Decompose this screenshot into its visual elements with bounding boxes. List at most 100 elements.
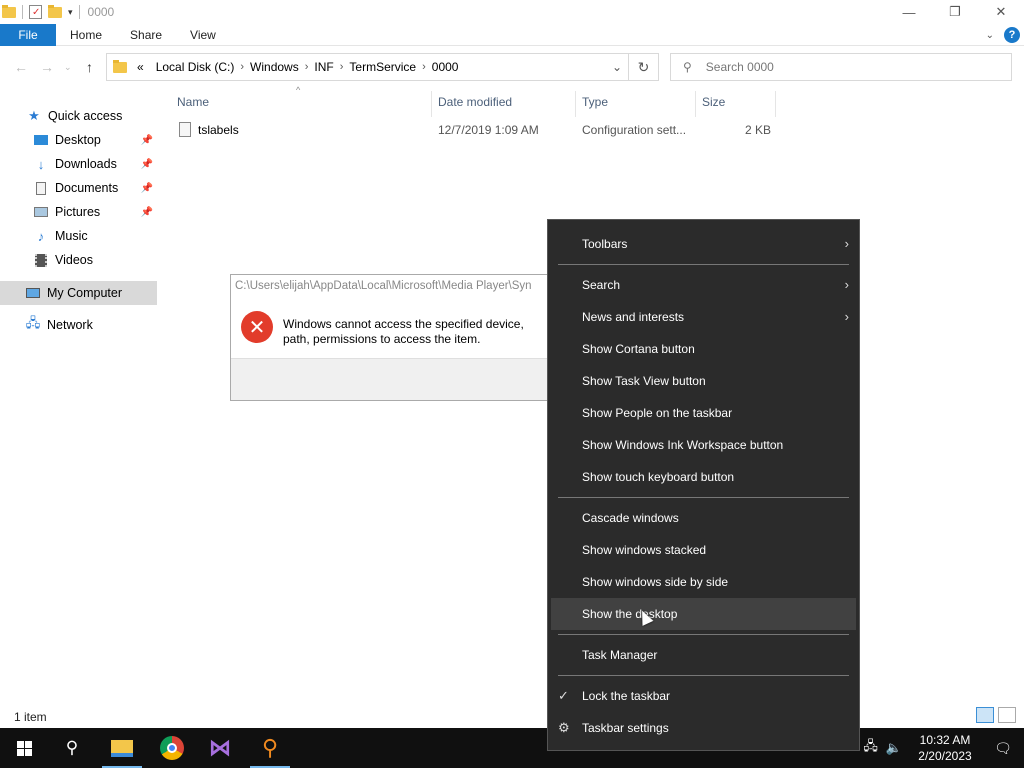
tab-share[interactable]: Share bbox=[116, 24, 176, 46]
sidebar-item-documents[interactable]: Documents 📌 bbox=[0, 176, 157, 200]
file-explorer-icon[interactable] bbox=[98, 728, 146, 768]
menu-item-touch-keyboard[interactable]: Show touch keyboard button bbox=[548, 461, 859, 493]
refresh-icon[interactable]: ↻ bbox=[628, 54, 658, 80]
sidebar-item-label: Music bbox=[55, 229, 88, 243]
recent-locations-icon[interactable]: ⌄ bbox=[64, 62, 72, 73]
folder-icon bbox=[113, 59, 127, 73]
menu-item-label: Show the desktop bbox=[582, 607, 678, 621]
address-bar[interactable]: « Local Disk (C:) › Windows › INF › Term… bbox=[106, 53, 659, 81]
close-icon[interactable]: ✕ bbox=[978, 0, 1024, 24]
up-icon[interactable]: ↑ bbox=[86, 59, 93, 75]
menu-item-search[interactable]: Search › bbox=[548, 269, 859, 301]
menu-item-label: Show Task View button bbox=[582, 374, 706, 388]
config-file-icon bbox=[179, 122, 191, 137]
file-date: 12/7/2019 1:09 AM bbox=[438, 123, 539, 137]
menu-item-lock-taskbar[interactable]: ✓ Lock the taskbar bbox=[548, 680, 859, 712]
menu-item-taskbar-settings[interactable]: ⚙ Taskbar settings bbox=[548, 712, 859, 744]
breadcrumb-inf[interactable]: INF bbox=[308, 60, 339, 74]
properties-icon[interactable]: ✓ bbox=[29, 5, 42, 19]
minimize-icon[interactable]: — bbox=[886, 0, 932, 24]
sidebar-item-pictures[interactable]: Pictures 📌 bbox=[0, 200, 157, 224]
menu-item-news[interactable]: News and interests › bbox=[548, 301, 859, 333]
chevron-right-icon: › bbox=[844, 236, 849, 251]
column-header-type[interactable]: Type bbox=[582, 91, 608, 113]
menu-item-stacked[interactable]: Show windows stacked bbox=[548, 534, 859, 566]
breadcrumb-0000[interactable]: 0000 bbox=[426, 60, 465, 74]
pin-icon[interactable]: 📌 bbox=[141, 183, 153, 194]
menu-item-show-desktop[interactable]: Show the desktop bbox=[551, 598, 856, 630]
breadcrumb-local-disk[interactable]: Local Disk (C:) bbox=[150, 60, 241, 74]
sidebar-item-my-computer[interactable]: My Computer bbox=[0, 281, 157, 305]
pin-icon[interactable]: 📌 bbox=[141, 159, 153, 170]
sidebar-item-label: Downloads bbox=[55, 157, 117, 171]
search-placeholder: Search 0000 bbox=[705, 60, 774, 74]
ribbon-right: ⌄ ? bbox=[986, 27, 1020, 43]
visual-studio-icon[interactable]: ⋈ bbox=[196, 728, 244, 768]
search-input[interactable]: ⚲ Search 0000 bbox=[670, 53, 1012, 81]
new-folder-icon[interactable] bbox=[48, 4, 62, 18]
gear-icon: ⚙ bbox=[558, 720, 570, 735]
sidebar-item-desktop[interactable]: Desktop 📌 bbox=[0, 128, 157, 152]
breadcrumb-termservice[interactable]: TermService bbox=[343, 60, 422, 74]
column-header-date[interactable]: Date modified bbox=[438, 91, 512, 113]
dialog-footer bbox=[231, 358, 559, 400]
search-icon[interactable]: ⚲ bbox=[48, 728, 96, 768]
column-divider[interactable] bbox=[695, 91, 696, 117]
pin-icon[interactable]: 📌 bbox=[141, 135, 153, 146]
volume-icon[interactable]: 🔈 bbox=[886, 740, 902, 756]
column-header-name[interactable]: Name bbox=[177, 91, 209, 113]
sidebar-item-label: Videos bbox=[55, 253, 93, 267]
menu-item-people[interactable]: Show People on the taskbar bbox=[548, 397, 859, 429]
column-divider[interactable] bbox=[575, 91, 576, 117]
search-icon: ⚲ bbox=[683, 60, 692, 74]
network-status-icon[interactable]: 🖧 bbox=[863, 737, 878, 759]
magnifier-app-icon[interactable]: ⚲ bbox=[246, 728, 294, 768]
large-icons-view-icon[interactable] bbox=[998, 707, 1016, 723]
sort-ascending-icon: ^ bbox=[296, 85, 301, 95]
action-center-icon[interactable]: 🗨 bbox=[982, 740, 1024, 757]
menu-item-cascade[interactable]: Cascade windows bbox=[548, 502, 859, 534]
column-divider[interactable] bbox=[775, 91, 776, 117]
menu-item-label: Show touch keyboard button bbox=[582, 470, 735, 484]
folder-icon[interactable] bbox=[2, 4, 16, 18]
details-view-icon[interactable] bbox=[976, 707, 994, 723]
customize-toolbar-icon[interactable]: ▾ bbox=[68, 7, 73, 18]
view-toggle bbox=[976, 707, 1016, 723]
pin-icon[interactable]: 📌 bbox=[141, 207, 153, 218]
taskbar-context-menu: Toolbars › Search › News and interests › Sh… bbox=[547, 219, 860, 751]
forward-icon[interactable]: → bbox=[40, 59, 54, 75]
navigation-bar: ← → ⌄ ↑ « Local Disk (C:) › Windows › IN… bbox=[0, 50, 1024, 84]
column-divider[interactable] bbox=[431, 91, 432, 117]
videos-icon bbox=[33, 253, 49, 267]
menu-item-cortana[interactable]: Show Cortana button bbox=[548, 333, 859, 365]
menu-item-label: Show windows side by side bbox=[582, 575, 729, 589]
chevron-down-icon[interactable]: ⌄ bbox=[612, 60, 622, 74]
back-icon[interactable]: ← bbox=[14, 59, 28, 75]
column-header-size[interactable]: Size bbox=[702, 91, 725, 113]
tab-file[interactable]: File bbox=[0, 23, 56, 46]
sidebar-item-label: Pictures bbox=[55, 205, 101, 219]
restore-icon[interactable]: ❐ bbox=[932, 0, 978, 24]
breadcrumb-windows[interactable]: Windows bbox=[244, 60, 305, 74]
tab-home[interactable]: Home bbox=[56, 24, 116, 46]
breadcrumb-overflow[interactable]: « bbox=[131, 60, 150, 74]
expand-ribbon-icon[interactable]: ⌄ bbox=[986, 30, 994, 41]
menu-item-side-by-side[interactable]: Show windows side by side bbox=[548, 566, 859, 598]
sidebar-item-quick-access[interactable]: ★ Quick access bbox=[0, 104, 157, 128]
tab-view[interactable]: View bbox=[176, 24, 230, 46]
menu-item-task-view[interactable]: Show Task View button bbox=[548, 365, 859, 397]
menu-item-toolbars[interactable]: Toolbars › bbox=[548, 228, 859, 260]
sidebar-item-network[interactable]: 🖧 Network bbox=[0, 313, 157, 337]
pictures-icon bbox=[33, 205, 49, 219]
chrome-icon[interactable] bbox=[148, 728, 196, 768]
menu-item-ink-workspace[interactable]: Show Windows Ink Workspace button bbox=[548, 429, 859, 461]
sidebar-item-videos[interactable]: Videos bbox=[0, 248, 157, 272]
menu-item-task-manager[interactable]: Task Manager bbox=[548, 639, 859, 671]
help-icon[interactable]: ? bbox=[1004, 27, 1020, 43]
sidebar-item-downloads[interactable]: ↓ Downloads 📌 bbox=[0, 152, 157, 176]
start-icon[interactable] bbox=[0, 728, 48, 768]
clock[interactable]: 10:32 AM 2/20/2023 bbox=[908, 732, 982, 764]
sidebar-item-music[interactable]: ♪ Music bbox=[0, 224, 157, 248]
desktop-icon bbox=[33, 133, 49, 147]
dialog-message: Windows cannot access the specified devi… bbox=[283, 317, 524, 346]
